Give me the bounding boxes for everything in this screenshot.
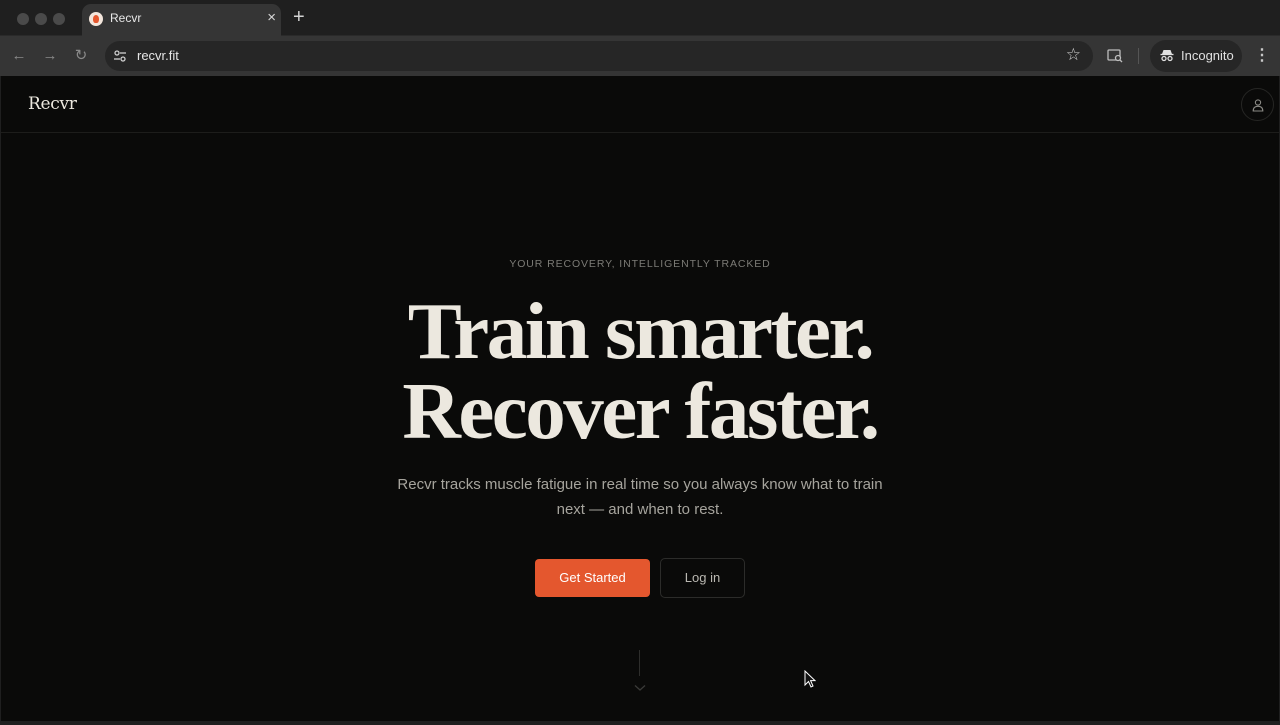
window-maximize-control[interactable] bbox=[53, 13, 65, 25]
reading-mode-icon[interactable] bbox=[1107, 48, 1123, 63]
favicon-icon bbox=[89, 12, 103, 26]
incognito-label: Incognito bbox=[1181, 48, 1234, 63]
tab-close-button[interactable]: × bbox=[267, 10, 276, 26]
chevron-down-icon[interactable] bbox=[634, 684, 646, 692]
toolbar-divider bbox=[1138, 48, 1139, 64]
url-text[interactable]: recvr.fit bbox=[137, 48, 179, 63]
hero-headline: Train smarter. Recover faster. bbox=[1, 286, 1279, 456]
web-page: Recvr YOUR RECOVERY, INTELLIGENTLY TRACK… bbox=[1, 76, 1279, 721]
hero-eyebrow: YOUR RECOVERY, INTELLIGENTLY TRACKED bbox=[509, 258, 771, 270]
address-bar[interactable]: recvr.fit ☆ bbox=[105, 41, 1093, 71]
mouse-cursor-icon bbox=[804, 670, 816, 688]
forward-button[interactable]: → bbox=[40, 46, 60, 66]
headline-line-2: Recover faster. bbox=[402, 366, 880, 456]
scroll-indicator-line bbox=[639, 650, 640, 676]
tune-icon[interactable] bbox=[112, 48, 128, 64]
browser-tab-bar: Recvr × + bbox=[0, 0, 1280, 36]
window-close-control[interactable] bbox=[17, 13, 29, 25]
browser-menu-button[interactable]: ⋮ bbox=[1254, 46, 1270, 66]
log-in-button[interactable]: Log in bbox=[660, 558, 745, 598]
site-logo[interactable]: Recvr bbox=[28, 94, 77, 114]
window-minimize-control[interactable] bbox=[35, 13, 47, 25]
incognito-icon bbox=[1160, 50, 1174, 62]
user-icon bbox=[1252, 99, 1264, 112]
star-icon[interactable]: ☆ bbox=[1066, 45, 1081, 65]
incognito-profile-button[interactable]: Incognito bbox=[1150, 40, 1242, 72]
site-header: Recvr bbox=[1, 76, 1279, 133]
headline-line-1: Train smarter. bbox=[407, 286, 875, 376]
back-button[interactable]: ← bbox=[9, 46, 29, 66]
browser-tab[interactable]: Recvr × bbox=[82, 4, 281, 36]
account-button[interactable] bbox=[1241, 88, 1274, 121]
reload-button[interactable]: ↻ bbox=[71, 46, 91, 66]
browser-toolbar: ← → ↻ recvr.fit ☆ Incognito ⋮ bbox=[0, 36, 1280, 76]
new-tab-button[interactable]: + bbox=[293, 6, 305, 28]
hero-section: YOUR RECOVERY, INTELLIGENTLY TRACKED Tra… bbox=[1, 133, 1279, 721]
get-started-button[interactable]: Get Started bbox=[535, 559, 650, 597]
tab-title: Recvr bbox=[110, 11, 142, 25]
hero-subtext: Recvr tracks muscle fatigue in real time… bbox=[397, 476, 883, 518]
